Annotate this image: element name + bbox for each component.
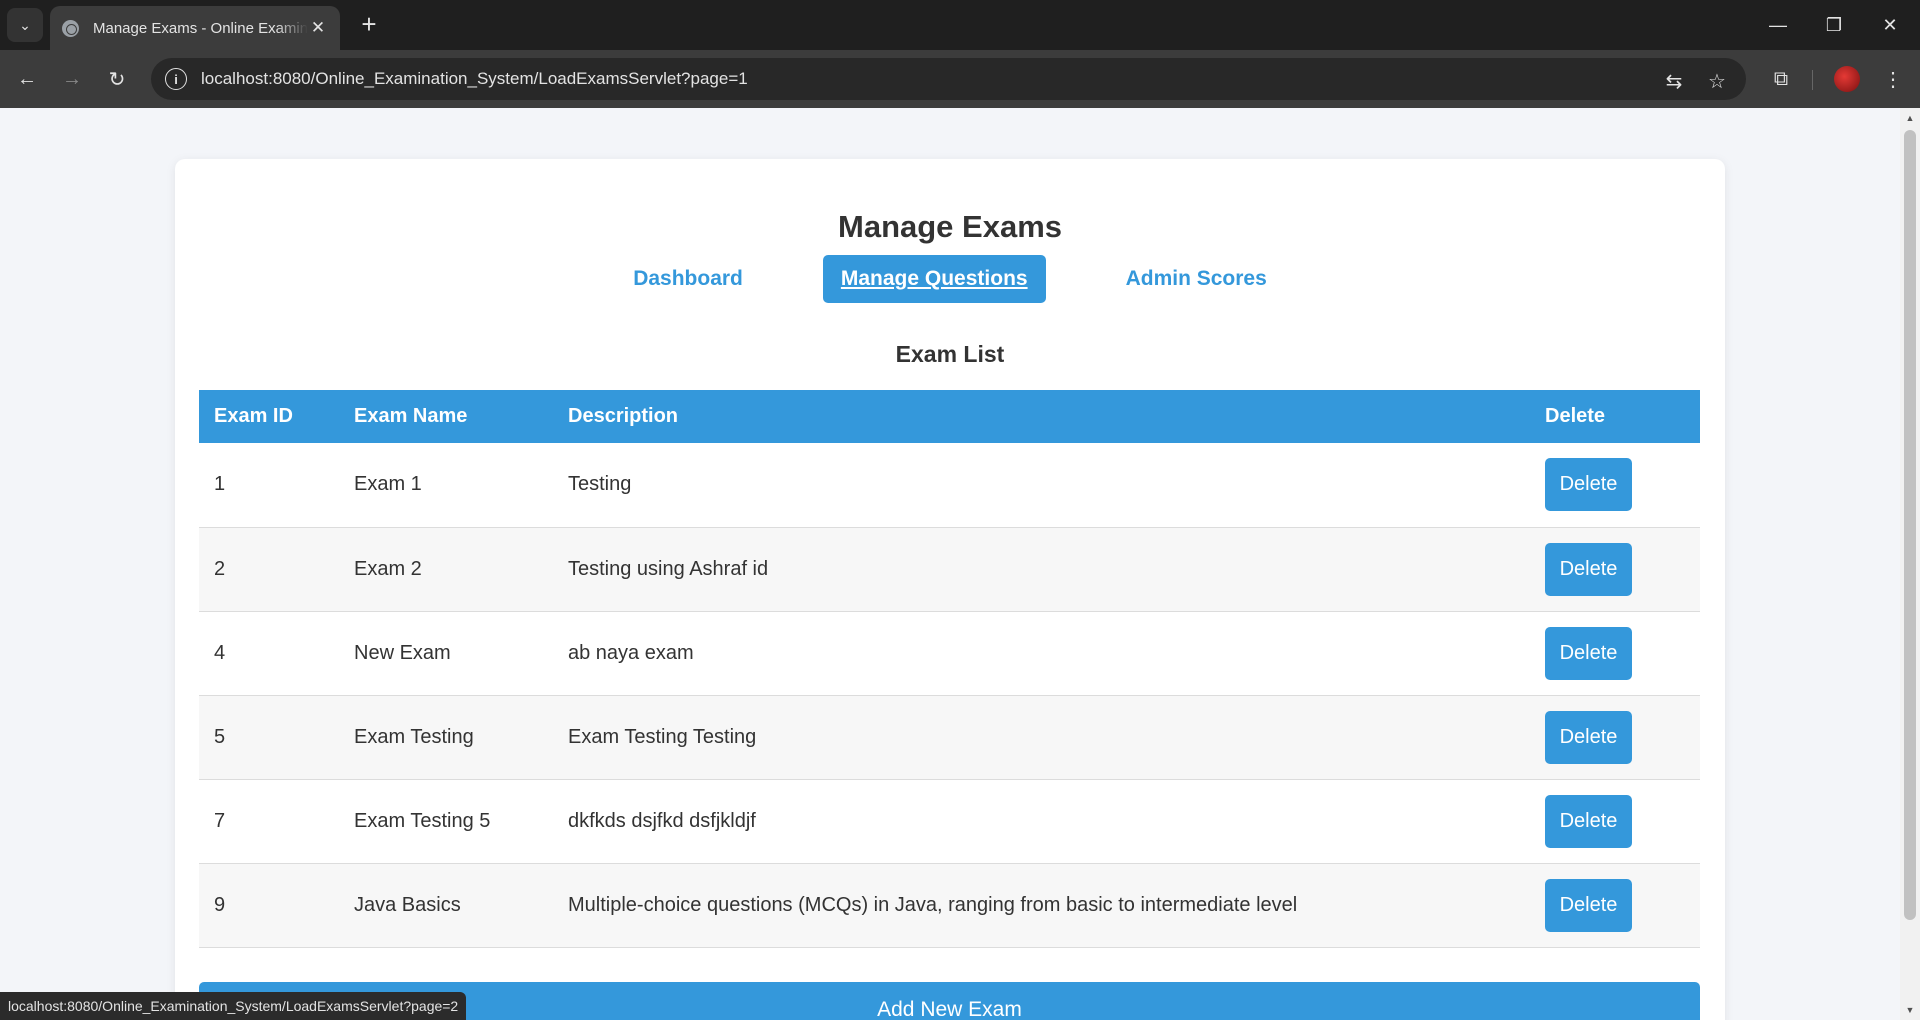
table-row: 7 Exam Testing 5 dkfkds dsjfkd dsfjkldjf… <box>199 779 1700 863</box>
exam-description-cell: dkfkds dsjfkd dsfjkldjf <box>568 809 756 832</box>
forward-icon[interactable]: → <box>55 62 89 96</box>
header-description: Description <box>568 405 679 427</box>
exam-description-cell: Exam Testing Testing <box>568 725 757 748</box>
link-status-bar: localhost:8080/Online_Examination_System… <box>0 992 467 1020</box>
exam-table: Exam ID Exam Name Description Delete 1 E… <box>199 390 1700 948</box>
page-title: Manage Exams <box>838 209 1062 244</box>
table-header-row: Exam ID Exam Name Description Delete <box>199 390 1700 443</box>
exam-id-cell: 7 <box>214 809 226 832</box>
delete-button[interactable]: Delete <box>1545 458 1632 512</box>
translate-icon[interactable]: ⇆ <box>1661 68 1687 94</box>
delete-button[interactable]: Delete <box>1545 878 1632 932</box>
table-row: 5 Exam Testing Exam Testing Testing Dele… <box>199 695 1700 779</box>
delete-button[interactable]: Delete <box>1545 542 1632 596</box>
exam-description-cell: ab naya exam <box>568 641 694 664</box>
tab-close-icon[interactable]: ✕ <box>308 18 328 38</box>
new-tab-icon[interactable]: + <box>353 9 385 41</box>
close-window-icon[interactable]: ✕ <box>1862 0 1918 50</box>
exam-name-cell: Java Basics <box>354 893 461 916</box>
extensions-icon[interactable]: ⧉ <box>1764 62 1798 96</box>
exam-name-cell: Exam 2 <box>354 557 422 580</box>
header-exam-name: Exam Name <box>354 405 468 427</box>
tab-title: Manage Exams - Online Examination System <box>93 19 308 37</box>
page-viewport: Manage Exams Dashboard Manage Questions … <box>0 108 1900 1020</box>
exam-name-cell: Exam 1 <box>354 473 422 496</box>
exam-name-cell: Exam Testing 5 <box>354 809 491 832</box>
scroll-up-icon[interactable]: ▲ <box>1904 112 1916 124</box>
table-row: 9 Java Basics Multiple-choice questions … <box>199 863 1700 947</box>
delete-button[interactable]: Delete <box>1545 626 1632 680</box>
exam-description-cell: Testing using Ashraf id <box>568 557 769 580</box>
browser-tab-bar: ⌄ Manage Exams - Online Examination Syst… <box>0 0 1920 50</box>
exam-name-cell: Exam Testing <box>354 725 474 748</box>
delete-button[interactable]: Delete <box>1545 710 1632 764</box>
reload-icon[interactable]: ↻ <box>100 62 134 96</box>
manage-exams-card: Manage Exams Dashboard Manage Questions … <box>175 159 1725 1020</box>
nav-admin-scores-link[interactable]: Admin Scores <box>1108 255 1285 303</box>
nav-manage-questions-link[interactable]: Manage Questions <box>822 255 1046 303</box>
address-bar[interactable]: i localhost:8080/Online_Examination_Syst… <box>151 58 1746 100</box>
header-exam-id: Exam ID <box>214 405 293 427</box>
header-delete: Delete <box>1545 405 1606 427</box>
browser-toolbar: ← → ↻ i localhost:8080/Online_Examinatio… <box>0 50 1920 108</box>
tab-search-icon[interactable]: ⌄ <box>7 8 43 42</box>
admin-nav: Dashboard Manage Questions Admin Scores <box>175 255 1725 303</box>
exam-description-cell: Testing <box>568 473 632 496</box>
delete-button[interactable]: Delete <box>1545 794 1632 848</box>
exam-id-cell: 5 <box>214 725 226 748</box>
exam-description-cell: Multiple-choice questions (MCQs) in Java… <box>568 893 1298 916</box>
site-info-icon[interactable]: i <box>165 68 187 90</box>
scroll-thumb[interactable] <box>1904 130 1916 920</box>
globe-icon <box>62 19 79 37</box>
exam-id-cell: 4 <box>214 641 226 664</box>
table-row: 2 Exam 2 Testing using Ashraf id Delete <box>199 527 1700 611</box>
minimize-icon[interactable]: ― <box>1750 0 1806 50</box>
exam-id-cell: 1 <box>214 473 226 496</box>
exam-id-cell: 2 <box>214 557 226 580</box>
restore-icon[interactable]: ❐ <box>1806 0 1862 50</box>
toolbar-divider <box>1812 70 1813 90</box>
nav-dashboard-link[interactable]: Dashboard <box>615 255 761 303</box>
profile-avatar[interactable] <box>1834 66 1860 92</box>
table-row: 4 New Exam ab naya exam Delete <box>199 611 1700 695</box>
exam-id-cell: 9 <box>214 893 226 916</box>
bookmark-star-icon[interactable]: ☆ <box>1704 68 1730 94</box>
exam-name-cell: New Exam <box>354 641 451 664</box>
browser-tab-active[interactable]: Manage Exams - Online Examination System… <box>50 6 340 50</box>
exam-list-title: Exam List <box>895 341 1005 367</box>
menu-kebab-icon[interactable]: ⋮ <box>1876 62 1910 96</box>
table-row: 1 Exam 1 Testing Delete <box>199 443 1700 527</box>
scroll-down-icon[interactable]: ▼ <box>1904 1004 1916 1016</box>
page-scrollbar[interactable]: ▲ ▼ <box>1900 108 1920 1020</box>
url-text: localhost:8080/Online_Examination_System… <box>201 69 748 88</box>
back-icon[interactable]: ← <box>10 62 44 96</box>
